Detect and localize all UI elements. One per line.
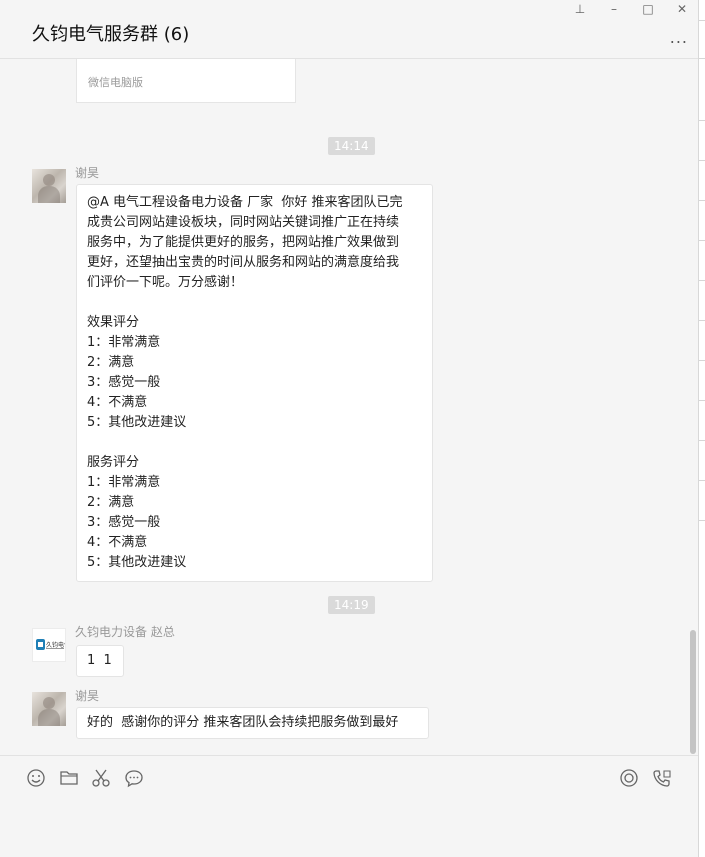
- message-bubble[interactable]: @A 电气工程设备电力设备 厂家 你好 推来客团队已完 成贵公司网站建设板块，同时…: [76, 184, 433, 582]
- message-bubble[interactable]: 好的 感谢你的评分 推来客团队会持续把服务做到最好: [76, 707, 429, 739]
- message-text-line: 3：感觉一般: [87, 515, 161, 530]
- message-text-line: 5：其他改进建议: [87, 555, 187, 570]
- avatar[interactable]: [32, 169, 66, 203]
- message-text-line: 好的 感谢你的评分 推来客团队会持续把服务做到最好: [87, 715, 399, 730]
- message-bubble[interactable]: 1 1: [76, 645, 124, 677]
- minimize-icon[interactable]: –: [606, 2, 622, 16]
- message-text-line: 1：非常满意: [87, 335, 161, 350]
- message-text-line: 4：不满意: [87, 395, 148, 410]
- message-input[interactable]: [0, 800, 698, 857]
- message-text-line: 1 1: [87, 653, 112, 668]
- scrollbar[interactable]: [690, 630, 696, 754]
- message-text-line: @A 电气工程设备电力设备 厂家 你好 推来客团队已完: [87, 195, 403, 210]
- chat-window: 久钧电气服务群 (6) ⊥ – □ ✕ ... 微信电脑版 14:14 谢昊 @…: [0, 0, 699, 857]
- chat-history-icon[interactable]: [124, 768, 144, 788]
- avatar[interactable]: [32, 692, 66, 726]
- message-text-line: [87, 293, 422, 313]
- pin-icon[interactable]: ⊥: [572, 2, 588, 16]
- message-text-line: 4：不满意: [87, 535, 148, 550]
- folder-icon[interactable]: [59, 768, 79, 788]
- maximize-icon[interactable]: □: [640, 2, 656, 16]
- background-window-edge: [699, 0, 705, 857]
- scissors-icon[interactable]: [91, 768, 111, 788]
- message-text-line: 1：非常满意: [87, 475, 161, 490]
- input-toolbar: [0, 755, 698, 800]
- message-list: 微信电脑版 14:14 谢昊 @A 电气工程设备电力设备 厂家 你好 推来客团队…: [0, 59, 690, 754]
- message-text-line: 们评价一下呢。万分感谢！: [87, 275, 244, 290]
- message-text-line: 3：感觉一般: [87, 375, 161, 390]
- shared-card[interactable]: 微信电脑版: [76, 59, 296, 103]
- close-icon[interactable]: ✕: [674, 2, 690, 16]
- message-text-line: 2：满意: [87, 495, 135, 510]
- sender-name: 久钧电力设备 赵总: [75, 625, 175, 639]
- more-options-button[interactable]: ...: [670, 28, 688, 47]
- message-text-line: 效果评分: [87, 315, 140, 330]
- message-text-line: 更好，还望抽出宝贵的时间从服务和网站的满意度给我: [87, 255, 400, 270]
- live-icon[interactable]: [619, 768, 639, 788]
- chat-title: 久钧电气服务群 (6): [32, 24, 190, 45]
- sender-name: 谢昊: [75, 166, 100, 180]
- avatar[interactable]: 久钧电气: [32, 628, 66, 662]
- message-text-line: 服务评分: [87, 455, 140, 470]
- message-text-line: 成贵公司网站建设板块，同时网站关键词推广正在持续: [87, 215, 400, 230]
- time-badge: 14:19: [328, 596, 375, 614]
- card-source-label: 微信电脑版: [88, 76, 143, 89]
- message-text-line: [87, 433, 422, 453]
- message-text-line: 5：其他改进建议: [87, 415, 187, 430]
- sender-name: 谢昊: [75, 689, 100, 703]
- time-badge: 14:14: [328, 137, 375, 155]
- voice-call-icon[interactable]: [652, 768, 672, 788]
- message-text-line: 2：满意: [87, 355, 135, 370]
- message-text-line: 服务中，为了能提供更好的服务，把网站推广效果做到: [87, 235, 400, 250]
- titlebar: 久钧电气服务群 (6) ⊥ – □ ✕ ...: [0, 0, 698, 59]
- emoji-icon[interactable]: [26, 768, 46, 788]
